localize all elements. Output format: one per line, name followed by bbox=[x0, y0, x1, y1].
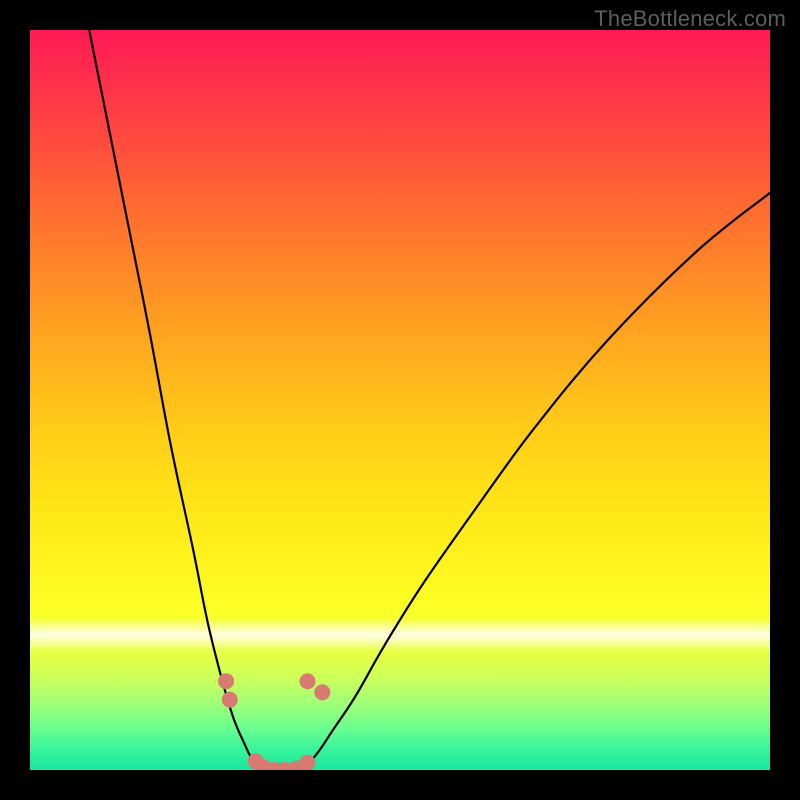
data-marker bbox=[300, 673, 316, 689]
data-marker bbox=[300, 755, 316, 770]
data-marker bbox=[314, 684, 330, 700]
curve-layer bbox=[30, 30, 770, 770]
chart-frame: TheBottleneck.com bbox=[0, 0, 800, 800]
plot-area bbox=[30, 30, 770, 770]
watermark-text: TheBottleneck.com bbox=[594, 6, 786, 32]
data-marker bbox=[222, 692, 238, 708]
curve-right-branch bbox=[296, 193, 770, 770]
data-marker bbox=[218, 673, 234, 689]
curve-left-branch bbox=[89, 30, 267, 770]
